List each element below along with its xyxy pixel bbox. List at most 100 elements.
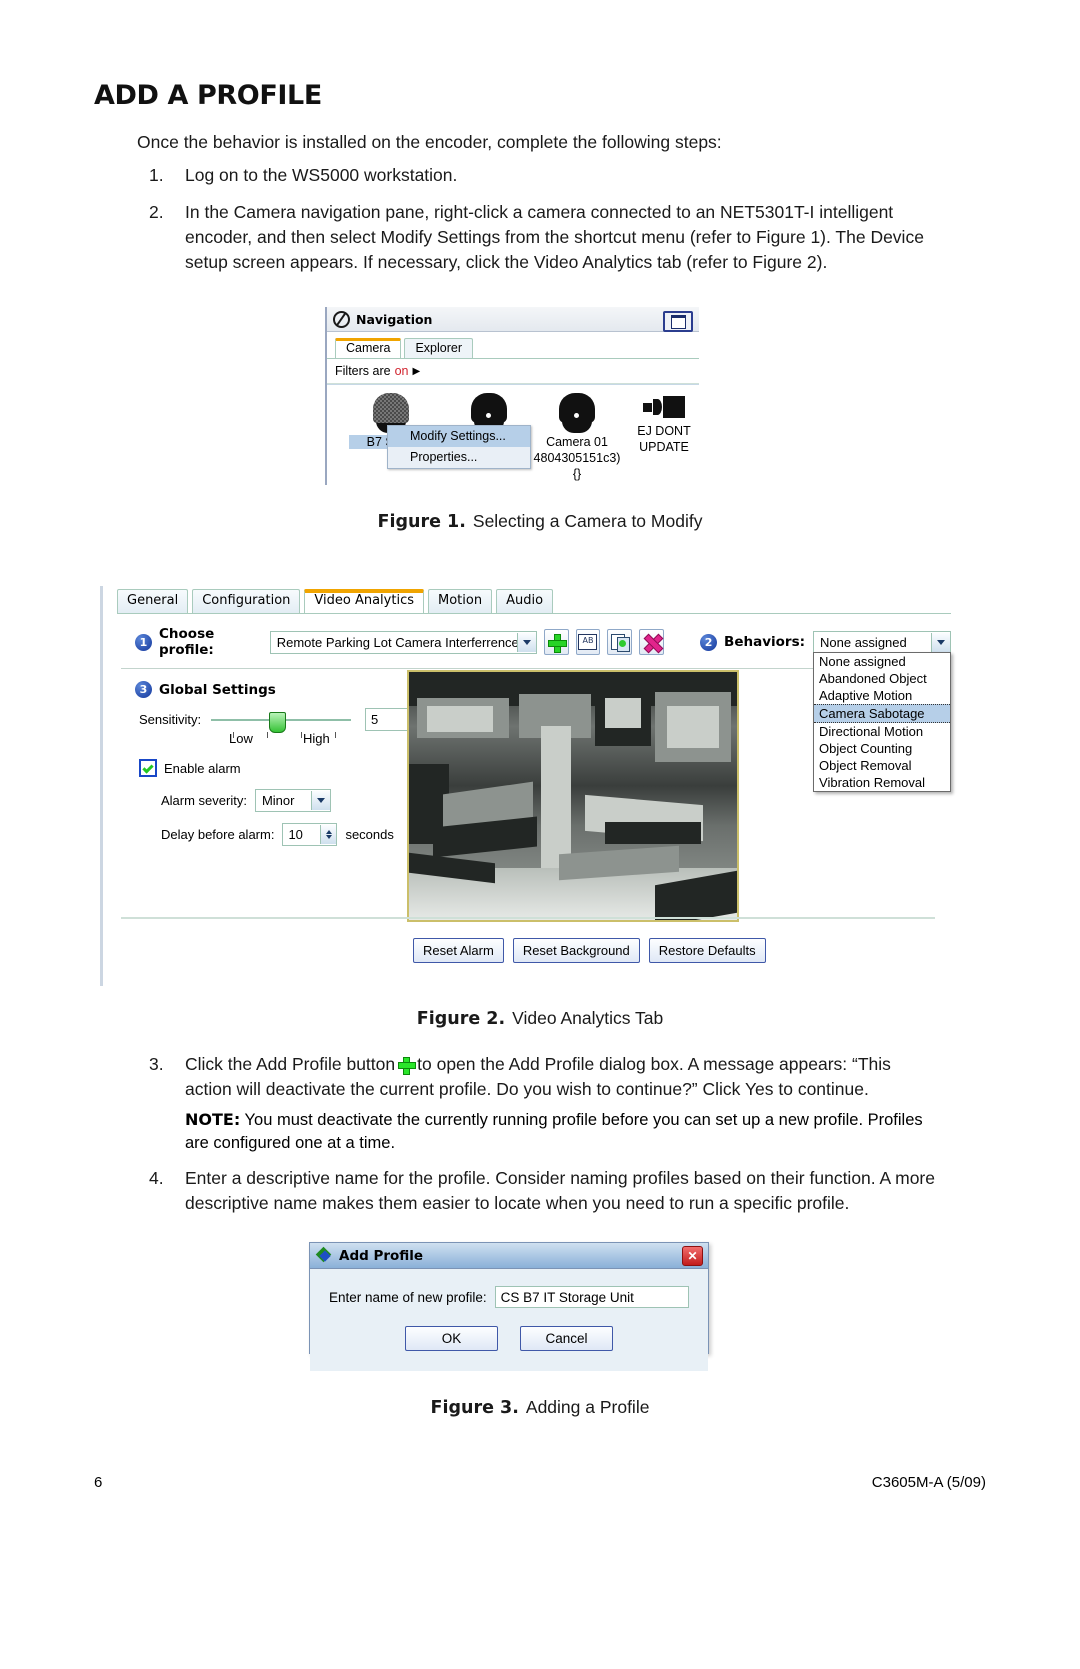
slider-low-label: Low xyxy=(229,731,253,746)
video-preview-pane[interactable] xyxy=(407,670,739,922)
step-4-text: Enter a descriptive name for the profile… xyxy=(185,1168,935,1213)
tab-general[interactable]: General xyxy=(117,589,189,613)
tab-explorer[interactable]: Explorer xyxy=(404,338,474,358)
step-1-number: 1. xyxy=(149,165,164,185)
navigation-tabs: Camera Explorer xyxy=(327,332,699,359)
behaviors-select[interactable]: None assigned xyxy=(813,630,952,654)
camera-sublabel-camera-01: 4804305151c3) xyxy=(533,451,621,465)
behavior-option-none-assigned[interactable]: None assigned xyxy=(814,653,950,670)
behavior-option-object-removal[interactable]: Object Removal xyxy=(814,757,950,774)
chevron-down-icon[interactable] xyxy=(931,632,951,652)
behavior-option-camera-sabotage[interactable]: Camera Sabotage xyxy=(814,703,951,723)
figure-1-caption-label: Figure 1. xyxy=(377,512,466,532)
behavior-option-vibration-removal[interactable]: Vibration Removal xyxy=(814,774,950,791)
alarm-severity-select[interactable]: Minor xyxy=(254,789,331,812)
profile-name-input[interactable]: CS B7 IT Storage Unit xyxy=(494,1286,689,1308)
cancel-button[interactable]: Cancel xyxy=(520,1326,613,1351)
figure-2-caption: Figure 2. Video Analytics Tab xyxy=(0,1008,1080,1029)
add-profile-titlebar: Add Profile xyxy=(310,1243,708,1269)
note-label: NOTE: xyxy=(185,1110,241,1129)
copy-profile-button[interactable] xyxy=(607,629,633,655)
choose-profile-row: 1 Choose profile: Remote Parking Lot Cam… xyxy=(117,614,952,792)
app-diamond-icon xyxy=(315,1246,333,1264)
stepper-arrows-icon[interactable] xyxy=(320,825,337,844)
enable-alarm-checkbox[interactable] xyxy=(139,759,157,777)
figure-1-caption-text: Selecting a Camera to Modify xyxy=(472,511,703,531)
delay-before-alarm-value: 10 xyxy=(288,827,303,842)
add-profile-button[interactable] xyxy=(543,629,569,655)
context-menu: Modify Settings... Properties... xyxy=(387,425,531,469)
sensitivity-slider[interactable] xyxy=(211,710,351,738)
figure-2-video-analytics-tab: General Configuration Video Analytics Mo… xyxy=(100,586,952,986)
camera-item-camera-01[interactable]: Camera 01 4804305151c3) {} xyxy=(527,393,627,481)
delay-before-alarm-stepper[interactable]: 10 xyxy=(282,823,338,846)
step-2-number: 2. xyxy=(149,202,164,222)
video-analytics-buttons: Reset Alarm Reset Background Restore Def… xyxy=(413,938,775,963)
dome-camera-icon xyxy=(559,393,595,423)
choose-profile-select[interactable]: Remote Parking Lot Camera Interferrence xyxy=(269,630,537,654)
camera-sublabel-ej: UPDATE xyxy=(639,440,689,454)
tab-audio[interactable]: Audio xyxy=(496,589,554,613)
behaviors-label: Behaviors: xyxy=(724,634,806,650)
camera-label-camera-01: Camera 01 xyxy=(546,435,608,449)
footer-document-code: C3605M-A (5/09) xyxy=(871,1474,986,1491)
intro-paragraph: Once the behavior is installed on the en… xyxy=(137,132,722,152)
sensitivity-label: Sensitivity: xyxy=(139,712,202,727)
behavior-option-object-counting[interactable]: Object Counting xyxy=(814,740,950,757)
reset-alarm-button[interactable]: Reset Alarm xyxy=(413,938,504,963)
tab-configuration[interactable]: Configuration xyxy=(192,589,301,613)
camera-sublabel2-camera-01: {} xyxy=(572,467,582,481)
step-4: 4. Enter a descriptive name for the prof… xyxy=(149,1166,939,1216)
note-text: You must deactivate the currently runnin… xyxy=(185,1111,923,1152)
add-profile-dialog-buttons: OK Cancel xyxy=(310,1326,708,1351)
delay-unit-label: seconds xyxy=(345,827,394,842)
step-badge-3: 3 xyxy=(135,681,152,698)
step-3-text: Click the Add Profile button to open the … xyxy=(185,1052,939,1102)
step-2-text: In the Camera navigation pane, right-cli… xyxy=(185,202,924,272)
filter-expand-arrow-icon[interactable]: ▶ xyxy=(412,366,420,377)
figure-1-caption: Figure 1. Selecting a Camera to Modify xyxy=(0,511,1080,532)
behavior-option-adaptive-motion[interactable]: Adaptive Motion xyxy=(814,687,950,704)
sensitivity-value: 5 xyxy=(371,712,379,727)
navigation-icon xyxy=(333,310,350,328)
enable-alarm-label: Enable alarm xyxy=(164,760,241,776)
restore-defaults-button[interactable]: Restore Defaults xyxy=(648,938,766,963)
copy-profile-icon xyxy=(611,634,631,652)
tab-motion[interactable]: Motion xyxy=(428,589,493,613)
tab-camera[interactable]: Camera xyxy=(335,338,402,358)
global-settings-title: Global Settings xyxy=(159,681,276,698)
filter-bar: Filters are on ▶ xyxy=(327,359,699,384)
tab-video-analytics[interactable]: Video Analytics xyxy=(304,589,424,613)
reset-background-button[interactable]: Reset Background xyxy=(512,938,640,963)
behavior-option-directional-motion[interactable]: Directional Motion xyxy=(814,723,950,740)
context-menu-item-properties[interactable]: Properties... xyxy=(388,447,530,468)
slider-thumb[interactable] xyxy=(269,711,286,733)
step-3-text-before-icon: Click the Add Profile button xyxy=(185,1054,396,1074)
divider xyxy=(121,917,935,919)
delay-before-alarm-label: Delay before alarm: xyxy=(161,827,275,842)
alarm-severity-value: Minor xyxy=(261,793,295,808)
figure-3-caption: Figure 3. Adding a Profile xyxy=(0,1397,1080,1418)
profile-name-label: Enter name of new profile: xyxy=(329,1289,487,1305)
chevron-down-icon[interactable] xyxy=(310,791,330,810)
choose-profile-value: Remote Parking Lot Camera Interferrence xyxy=(276,634,518,650)
rename-profile-ab-icon: AB xyxy=(578,634,598,650)
context-menu-item-modify-settings[interactable]: Modify Settings... xyxy=(388,426,530,447)
step-2: 2. In the Camera navigation pane, right-… xyxy=(149,200,939,275)
filter-state-label[interactable]: on xyxy=(395,364,409,378)
filter-prefix-label: Filters are xyxy=(335,364,391,378)
step-1: 1. Log on to the WS5000 workstation. xyxy=(149,163,939,188)
add-profile-dialog-body: Enter name of new profile: CS B7 IT Stor… xyxy=(310,1269,708,1371)
chevron-down-icon[interactable] xyxy=(517,632,536,652)
video-analytics-panel: 1 Choose profile: Remote Parking Lot Cam… xyxy=(117,613,952,977)
camera-item-ej-dont-update[interactable]: EJ DONT UPDATE xyxy=(627,393,699,454)
restore-window-icon[interactable] xyxy=(663,311,693,332)
navigation-window-title: Navigation xyxy=(356,311,433,327)
alarm-severity-label: Alarm severity: xyxy=(161,793,247,808)
delete-profile-button[interactable] xyxy=(639,629,665,655)
behavior-option-abandoned-object[interactable]: Abandoned Object xyxy=(814,670,950,687)
device-setup-tabs: General Configuration Video Analytics Mo… xyxy=(103,586,951,613)
close-icon[interactable] xyxy=(682,1246,703,1266)
rename-profile-button[interactable]: AB xyxy=(575,629,601,655)
ok-button[interactable]: OK xyxy=(405,1326,498,1351)
